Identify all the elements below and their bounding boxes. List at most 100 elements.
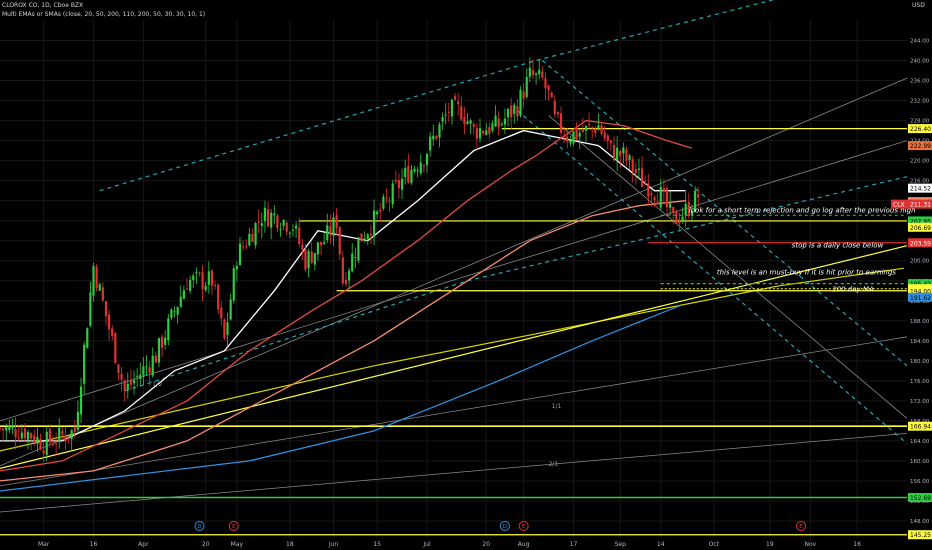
candle-body: [86, 328, 89, 349]
moving-average-layer: [0, 119, 693, 492]
candle-body: [357, 237, 360, 261]
candle-body: [438, 124, 441, 138]
trendline: [0, 336, 908, 487]
candle-body: [600, 124, 603, 134]
candle-body: [482, 130, 485, 134]
time-tick-label: 16: [90, 541, 98, 548]
annotation-text: this level is an must-buy if it is hit p…: [717, 269, 896, 277]
candle-body: [644, 183, 647, 185]
candle-body: [298, 227, 301, 245]
candle-body: [416, 170, 419, 172]
price-tick-label: 156.00: [910, 479, 930, 485]
price-tick-label: 172.00: [910, 399, 930, 405]
candle-body: [544, 78, 547, 89]
candle-body: [33, 435, 36, 444]
time-tick-label: Sep: [615, 541, 627, 548]
candle-body: [310, 251, 313, 263]
candle-body: [123, 380, 126, 391]
candle-body: [497, 118, 500, 128]
candle-body: [179, 296, 182, 307]
candle-body: [485, 130, 488, 136]
candle-body: [432, 135, 435, 140]
candle-body: [98, 284, 101, 291]
candle-body: [2, 428, 5, 430]
candle-body: [472, 124, 475, 127]
candle-body: [513, 104, 516, 115]
candle-body: [397, 180, 401, 189]
candle-body: [23, 428, 27, 439]
candle-body: [469, 120, 472, 124]
candle-body: [8, 425, 11, 431]
candle-body: [441, 117, 444, 122]
moving-average-line: [0, 305, 680, 492]
candle-body: [235, 265, 238, 270]
candle-body: [366, 234, 369, 240]
event-marker-label: E: [522, 524, 526, 530]
price-badge-label: 203.59: [910, 240, 931, 247]
annotation-text: 2/1: [549, 461, 559, 468]
candle-body: [229, 299, 232, 320]
candle-body: [391, 183, 394, 205]
candle-body: [95, 266, 98, 289]
candle-body: [76, 411, 80, 430]
candle-body: [39, 438, 42, 450]
candle-body: [145, 366, 148, 368]
candle-body: [603, 132, 606, 139]
candle-body: [242, 246, 245, 248]
candle-body: [457, 101, 460, 105]
price-chart[interactable]: look for a short term rejection and go l…: [0, 0, 932, 550]
candle-body: [126, 383, 129, 391]
time-tick-label: 16: [853, 541, 861, 548]
candle-body: [341, 257, 344, 284]
candle-body: [578, 132, 581, 137]
candle-body: [404, 168, 407, 177]
price-badge-label: 166.94: [910, 424, 931, 431]
candle-body: [332, 217, 335, 236]
annotation-text: look for a short term rejection and go l…: [689, 207, 916, 215]
time-tick-label: 20: [202, 541, 210, 548]
candle-body: [519, 89, 522, 116]
trendline: [99, 0, 775, 192]
candle-body: [73, 427, 76, 432]
candle-body: [491, 123, 494, 131]
candle-body: [101, 287, 104, 301]
candle-body: [67, 437, 70, 439]
price-tick-label: 236.00: [910, 79, 930, 85]
candle-body: [388, 200, 391, 202]
candle-body: [506, 108, 510, 118]
candle-body: [251, 233, 254, 242]
candle-body: [478, 128, 482, 139]
candle-body: [223, 319, 226, 339]
candle-body: [270, 212, 273, 228]
candle-body: [360, 233, 363, 242]
candle-body: [597, 125, 600, 131]
candle-body: [313, 253, 316, 265]
candle-body: [351, 253, 354, 272]
candle-body: [164, 337, 167, 345]
candle-body: [419, 162, 422, 174]
candle-body: [291, 229, 295, 231]
candle-body: [379, 209, 382, 212]
candle-body: [148, 367, 151, 373]
candle-body: [157, 337, 161, 363]
price-tick-label: 176.00: [910, 379, 930, 385]
candle-body: [659, 186, 662, 208]
time-tick-label: Jun: [328, 541, 339, 548]
annotation-text: stop is a daily close below: [792, 242, 884, 250]
candle-body: [142, 366, 145, 376]
candle-body: [111, 328, 114, 336]
candle-body: [301, 244, 304, 250]
candle-body: [114, 333, 117, 363]
time-tick-label: Mar: [38, 541, 50, 548]
candle-body: [0, 427, 2, 429]
price-tick-label: 188.00: [910, 319, 930, 325]
candle-body: [20, 432, 23, 439]
time-tick-label: 18: [286, 541, 294, 548]
candle-body: [631, 159, 634, 172]
candle-body: [70, 430, 73, 440]
candle-body: [207, 271, 210, 285]
candle-body: [550, 92, 553, 98]
candle-body: [319, 241, 323, 246]
candle-body: [226, 322, 229, 336]
candle-body: [210, 270, 214, 286]
